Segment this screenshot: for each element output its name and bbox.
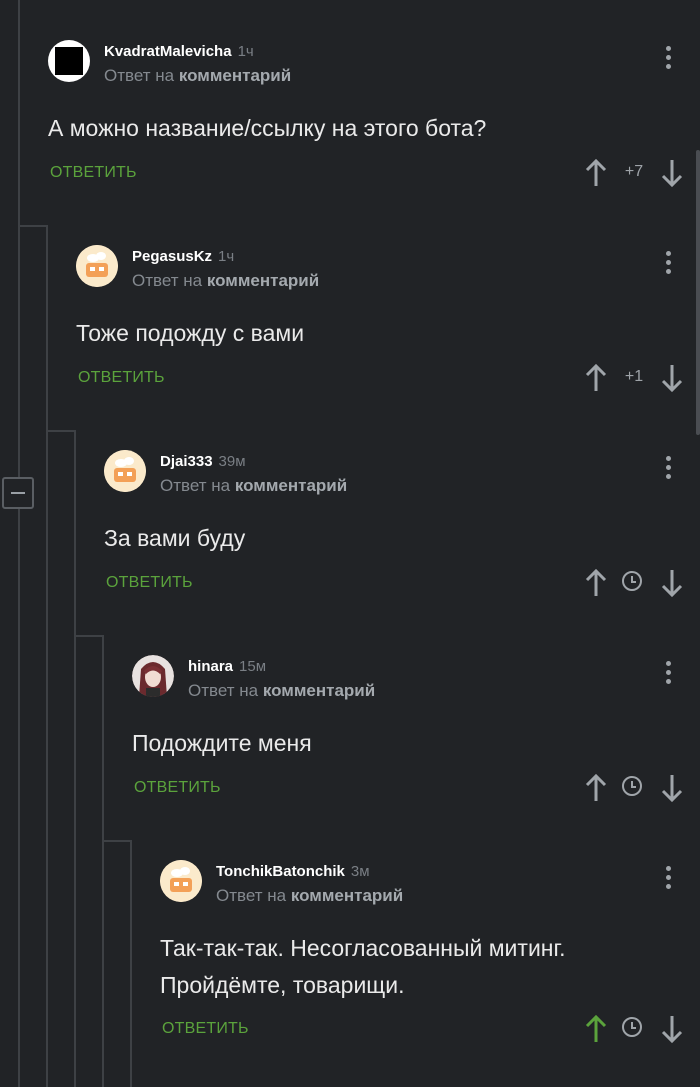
reply-prefix: Ответ на	[132, 271, 203, 290]
reply-target-link[interactable]: комментарий	[263, 681, 375, 700]
reply-target-link[interactable]: комментарий	[291, 886, 403, 905]
more-options-icon[interactable]	[664, 661, 672, 689]
thread-line	[102, 635, 104, 1087]
thread-branch	[18, 225, 48, 227]
clock-icon	[622, 571, 642, 591]
comment-time: 1ч	[237, 43, 254, 60]
reply-target-link[interactable]: комментарий	[207, 271, 319, 290]
comment-header: Djai333 39м	[160, 453, 246, 471]
comment-text-line: Так-так-так. Несогласованный митинг.	[160, 935, 566, 961]
username[interactable]: Djai333	[160, 453, 213, 470]
downvote-arrow-icon[interactable]	[660, 773, 684, 803]
avatar[interactable]	[132, 655, 174, 697]
comment-time: 39м	[218, 453, 246, 470]
vote-score: +7	[624, 163, 644, 180]
comment-text: За вами буду	[104, 520, 245, 557]
thread-line	[18, 0, 20, 1087]
downvote-arrow-icon[interactable]	[660, 363, 684, 393]
upvote-arrow-icon[interactable]	[584, 568, 608, 598]
downvote-arrow-icon[interactable]	[660, 1014, 684, 1044]
comment: TonchikBatonchik 3м Ответ на комментарий …	[160, 860, 683, 1080]
downvote-arrow-icon[interactable]	[660, 568, 684, 598]
vote-controls	[584, 1014, 684, 1044]
more-options-icon[interactable]	[664, 251, 672, 279]
username[interactable]: hinara	[188, 658, 233, 675]
comment: hinara 15м Ответ на комментарий Подождите…	[132, 655, 683, 845]
comment-time: 3м	[350, 863, 370, 880]
reply-to: Ответ на комментарий	[160, 476, 347, 496]
thread-branch	[74, 635, 104, 637]
reply-target-link[interactable]: комментарий	[235, 476, 347, 495]
reply-button[interactable]: ОТВЕТИТЬ	[106, 574, 193, 592]
comment-text-line: А можно название/ссылку на этого бота?	[48, 115, 487, 141]
reply-target-link[interactable]: комментарий	[179, 66, 291, 85]
avatar[interactable]	[48, 40, 90, 82]
comment-header: PegasusKz 1ч	[132, 248, 234, 266]
upvote-arrow-icon[interactable]	[584, 773, 608, 803]
comment-text: Так-так-так. Несогласованный митинг. Про…	[160, 930, 565, 1004]
vote-controls	[584, 568, 684, 598]
vote-controls	[584, 773, 684, 803]
downvote-arrow-icon[interactable]	[660, 158, 684, 188]
more-options-icon[interactable]	[664, 866, 672, 894]
avatar[interactable]	[160, 860, 202, 902]
clock-icon	[622, 776, 642, 796]
pikabu-avatar-icon	[104, 450, 146, 492]
reply-to: Ответ на комментарий	[188, 681, 375, 701]
reply-button[interactable]: ОТВЕТИТЬ	[78, 369, 165, 387]
anime-avatar-icon	[132, 655, 174, 697]
thread-line	[46, 225, 48, 1087]
vote-score: +1	[624, 368, 644, 385]
more-options-icon[interactable]	[664, 46, 672, 74]
thread-branch	[102, 840, 132, 842]
vote-controls: +1	[584, 363, 684, 393]
reply-prefix: Ответ на	[216, 886, 287, 905]
username[interactable]: PegasusKz	[132, 248, 212, 265]
comment-text-line: За вами буду	[104, 525, 246, 551]
upvote-arrow-icon-active[interactable]	[584, 1014, 608, 1044]
username[interactable]: KvadratMalevicha	[104, 43, 232, 60]
reply-button[interactable]: ОТВЕТИТЬ	[162, 1020, 249, 1038]
thread-line	[130, 840, 132, 1087]
comment-text-line: Подождите меня	[132, 730, 312, 756]
collapse-thread-button[interactable]	[2, 477, 34, 509]
vote-controls: +7	[584, 158, 684, 188]
comment: KvadratMalevicha 1ч Ответ на комментарий …	[48, 40, 683, 230]
reply-to: Ответ на комментарий	[216, 886, 403, 906]
comment-time: 1ч	[218, 248, 235, 265]
thread-line	[74, 430, 76, 1087]
avatar[interactable]	[104, 450, 146, 492]
comment-text: Подождите меня	[132, 725, 312, 762]
comment-text: Тоже подожду с вами	[76, 315, 304, 352]
pikabu-avatar-icon	[160, 860, 202, 902]
pikabu-avatar-icon	[76, 245, 118, 287]
comment-text-line: Тоже подожду с вами	[76, 320, 305, 346]
comment-header: KvadratMalevicha 1ч	[104, 43, 254, 61]
comment-text-line: Пройдёмте, товарищи.	[160, 972, 405, 998]
comment-header: TonchikBatonchik 3м	[216, 863, 370, 881]
reply-to: Ответ на комментарий	[132, 271, 319, 291]
reply-prefix: Ответ на	[160, 476, 231, 495]
clock-icon	[622, 1017, 642, 1037]
avatar[interactable]	[76, 245, 118, 287]
reply-button[interactable]: ОТВЕТИТЬ	[50, 164, 137, 182]
thread-branch	[46, 430, 76, 432]
reply-prefix: Ответ на	[188, 681, 259, 700]
upvote-arrow-icon[interactable]	[584, 363, 608, 393]
comment: PegasusKz 1ч Ответ на комментарий Тоже по…	[76, 245, 683, 435]
upvote-arrow-icon[interactable]	[584, 158, 608, 188]
comment-header: hinara 15м	[188, 658, 266, 676]
comment-time: 15м	[239, 658, 267, 675]
more-options-icon[interactable]	[664, 456, 672, 484]
comment: Djai333 39м Ответ на комментарий За вами …	[104, 450, 683, 640]
reply-button[interactable]: ОТВЕТИТЬ	[134, 779, 221, 797]
username[interactable]: TonchikBatonchik	[216, 863, 345, 880]
reply-prefix: Ответ на	[104, 66, 175, 85]
reply-to: Ответ на комментарий	[104, 66, 291, 86]
scrollbar[interactable]	[696, 150, 700, 435]
comment-text: А можно название/ссылку на этого бота?	[48, 110, 486, 147]
